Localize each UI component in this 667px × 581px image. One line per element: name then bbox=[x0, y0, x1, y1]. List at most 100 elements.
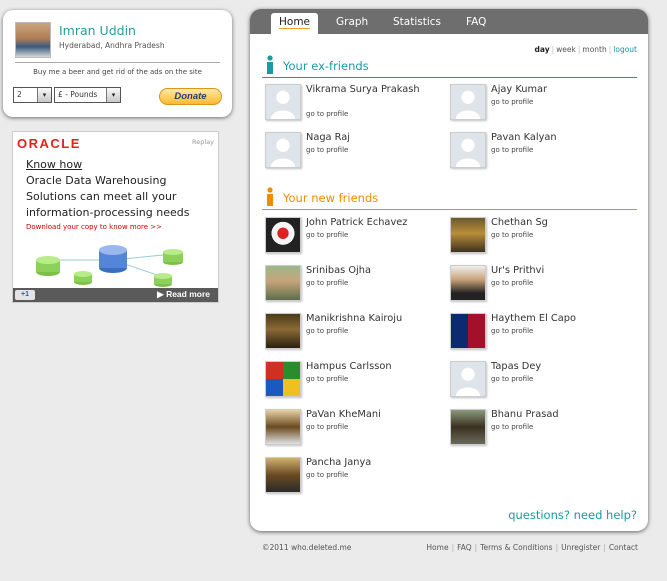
friend-card[interactable]: PaVan KheMani go to profile bbox=[265, 409, 445, 449]
tab-home-label: Home bbox=[279, 16, 311, 29]
avatar[interactable] bbox=[15, 22, 51, 58]
ad-line: Solutions can meet all your bbox=[26, 190, 177, 203]
friend-card[interactable]: Srinibas Ojha go to profile bbox=[265, 265, 445, 305]
filter-day[interactable]: day bbox=[535, 45, 550, 54]
go-to-profile-link[interactable]: go to profile bbox=[491, 98, 533, 106]
help-link[interactable]: questions? need help? bbox=[508, 508, 637, 522]
friend-photo[interactable] bbox=[265, 265, 301, 301]
friend-photo[interactable] bbox=[265, 84, 301, 120]
beer-message: Buy me a beer and get rid of the ads on … bbox=[33, 68, 202, 76]
go-to-profile-link[interactable]: go to profile bbox=[491, 231, 533, 239]
friend-photo[interactable] bbox=[265, 409, 301, 445]
ad-footer-bar: +1 ▶ Read more bbox=[13, 288, 218, 302]
friend-name[interactable]: Chethan Sg bbox=[491, 217, 627, 229]
read-more-label: Read more bbox=[166, 289, 210, 299]
divider bbox=[262, 209, 637, 210]
currency-select[interactable]: £ - Pounds ▾ bbox=[54, 87, 121, 103]
new-friends-title: Your new friends bbox=[283, 191, 379, 205]
footer-link-unregister[interactable]: Unregister bbox=[561, 543, 600, 552]
go-to-profile-link[interactable]: go to profile bbox=[306, 279, 348, 287]
tab-faq[interactable]: FAQ bbox=[466, 16, 486, 28]
go-to-profile-link[interactable]: go to profile bbox=[491, 279, 533, 287]
friend-card[interactable]: Ur's Prithvi go to profile bbox=[450, 265, 630, 305]
oracle-ad[interactable]: ORACLE Replay Know how Oracle Data Wareh… bbox=[12, 131, 219, 303]
friend-name[interactable]: Ajay Kumar bbox=[491, 84, 627, 96]
footer-link-contact[interactable]: Contact bbox=[609, 543, 638, 552]
chevron-down-icon[interactable]: ▾ bbox=[37, 88, 51, 102]
friend-photo[interactable] bbox=[450, 265, 486, 301]
footer-link-faq[interactable]: FAQ bbox=[457, 543, 472, 552]
friend-photo[interactable] bbox=[450, 84, 486, 120]
friend-name[interactable]: John Patrick Echavez bbox=[306, 217, 442, 229]
friend-photo[interactable] bbox=[450, 409, 486, 445]
go-to-profile-link[interactable]: go to profile bbox=[306, 231, 348, 239]
separator: | bbox=[451, 543, 455, 552]
go-to-profile-link[interactable]: go to profile bbox=[306, 110, 348, 118]
read-more-link[interactable]: ▶ Read more bbox=[157, 289, 210, 300]
default-avatar-icon bbox=[451, 85, 485, 119]
go-to-profile-link[interactable]: go to profile bbox=[491, 327, 533, 335]
friend-photo[interactable] bbox=[450, 361, 486, 397]
friend-card[interactable]: Haythem El Capo go to profile bbox=[450, 313, 630, 353]
friend-name[interactable]: Ur's Prithvi bbox=[491, 265, 627, 277]
tab-statistics[interactable]: Statistics bbox=[393, 16, 441, 28]
go-to-profile-link[interactable]: go to profile bbox=[491, 146, 533, 154]
user-name[interactable]: Imran Uddin bbox=[59, 23, 136, 38]
separator: | bbox=[474, 543, 478, 552]
friend-name[interactable]: PaVan KheMani bbox=[306, 409, 442, 421]
friend-name[interactable]: Pancha Janya bbox=[306, 457, 442, 469]
friend-card[interactable]: Pancha Janya go to profile bbox=[265, 457, 445, 497]
friend-photo[interactable] bbox=[450, 313, 486, 349]
friend-photo[interactable] bbox=[265, 313, 301, 349]
logout-link[interactable]: logout bbox=[613, 45, 637, 54]
donate-button[interactable]: Donate bbox=[159, 88, 222, 105]
friend-name[interactable]: Haythem El Capo bbox=[491, 313, 627, 325]
friend-card[interactable]: Hampus Carlsson go to profile bbox=[265, 361, 445, 401]
go-to-profile-link[interactable]: go to profile bbox=[306, 423, 348, 431]
friend-name[interactable]: Bhanu Prasad bbox=[491, 409, 627, 421]
go-to-profile-link[interactable]: go to profile bbox=[306, 327, 348, 335]
friend-photo[interactable] bbox=[265, 361, 301, 397]
filter-week[interactable]: week bbox=[556, 45, 576, 54]
quantity-value: 2 bbox=[17, 90, 22, 99]
friend-card[interactable]: Pavan Kalyan go to profile bbox=[450, 132, 630, 172]
go-to-profile-link[interactable]: go to profile bbox=[491, 375, 533, 383]
chevron-down-icon[interactable]: ▾ bbox=[106, 88, 120, 102]
go-to-profile-link[interactable]: go to profile bbox=[306, 146, 348, 154]
ex-friends-heading: Your ex-friends bbox=[262, 55, 637, 78]
quantity-select[interactable]: 2 ▾ bbox=[13, 87, 52, 103]
friend-name[interactable]: Vikrama Surya Prakash bbox=[306, 84, 442, 96]
tab-home[interactable]: Home bbox=[271, 13, 319, 34]
footer-link-home[interactable]: Home bbox=[426, 543, 448, 552]
friend-card[interactable]: Ajay Kumar go to profile bbox=[450, 84, 630, 124]
friend-card[interactable]: Bhanu Prasad go to profile bbox=[450, 409, 630, 449]
friend-photo[interactable] bbox=[265, 457, 301, 493]
go-to-profile-link[interactable]: go to profile bbox=[306, 375, 348, 383]
tab-graph[interactable]: Graph bbox=[336, 16, 368, 28]
friend-card[interactable]: Chethan Sg go to profile bbox=[450, 217, 630, 257]
friend-photo[interactable] bbox=[450, 217, 486, 253]
go-to-profile-link[interactable]: go to profile bbox=[491, 423, 533, 431]
friend-card[interactable]: Naga Raj go to profile bbox=[265, 132, 445, 172]
friend-card[interactable]: Tapas Dey go to profile bbox=[450, 361, 630, 401]
friend-name[interactable]: Naga Raj bbox=[306, 132, 442, 144]
footer-link-terms[interactable]: Terms & Conditions bbox=[480, 543, 552, 552]
friend-name[interactable]: Srinibas Ojha bbox=[306, 265, 442, 277]
friend-photo[interactable] bbox=[450, 132, 486, 168]
currency-value: £ - Pounds bbox=[58, 90, 98, 99]
ad-line: information-processing needs bbox=[26, 206, 190, 219]
plus-one-button[interactable]: +1 bbox=[15, 290, 35, 300]
go-to-profile-link[interactable]: go to profile bbox=[306, 471, 348, 479]
filter-month[interactable]: month bbox=[582, 45, 606, 54]
replay-button[interactable]: Replay bbox=[192, 138, 214, 146]
friend-photo[interactable] bbox=[265, 217, 301, 253]
friend-card[interactable]: Vikrama Surya Prakash go to profile bbox=[265, 84, 445, 124]
ad-download-link[interactable]: Download your copy to know more >> bbox=[26, 223, 162, 231]
friend-card[interactable]: John Patrick Echavez go to profile bbox=[265, 217, 445, 257]
friend-name[interactable]: Manikrishna Kairoju bbox=[306, 313, 442, 325]
friend-name[interactable]: Pavan Kalyan bbox=[491, 132, 627, 144]
friend-card[interactable]: Manikrishna Kairoju go to profile bbox=[265, 313, 445, 353]
friend-photo[interactable] bbox=[265, 132, 301, 168]
friend-name[interactable]: Hampus Carlsson bbox=[306, 361, 442, 373]
friend-name[interactable]: Tapas Dey bbox=[491, 361, 627, 373]
